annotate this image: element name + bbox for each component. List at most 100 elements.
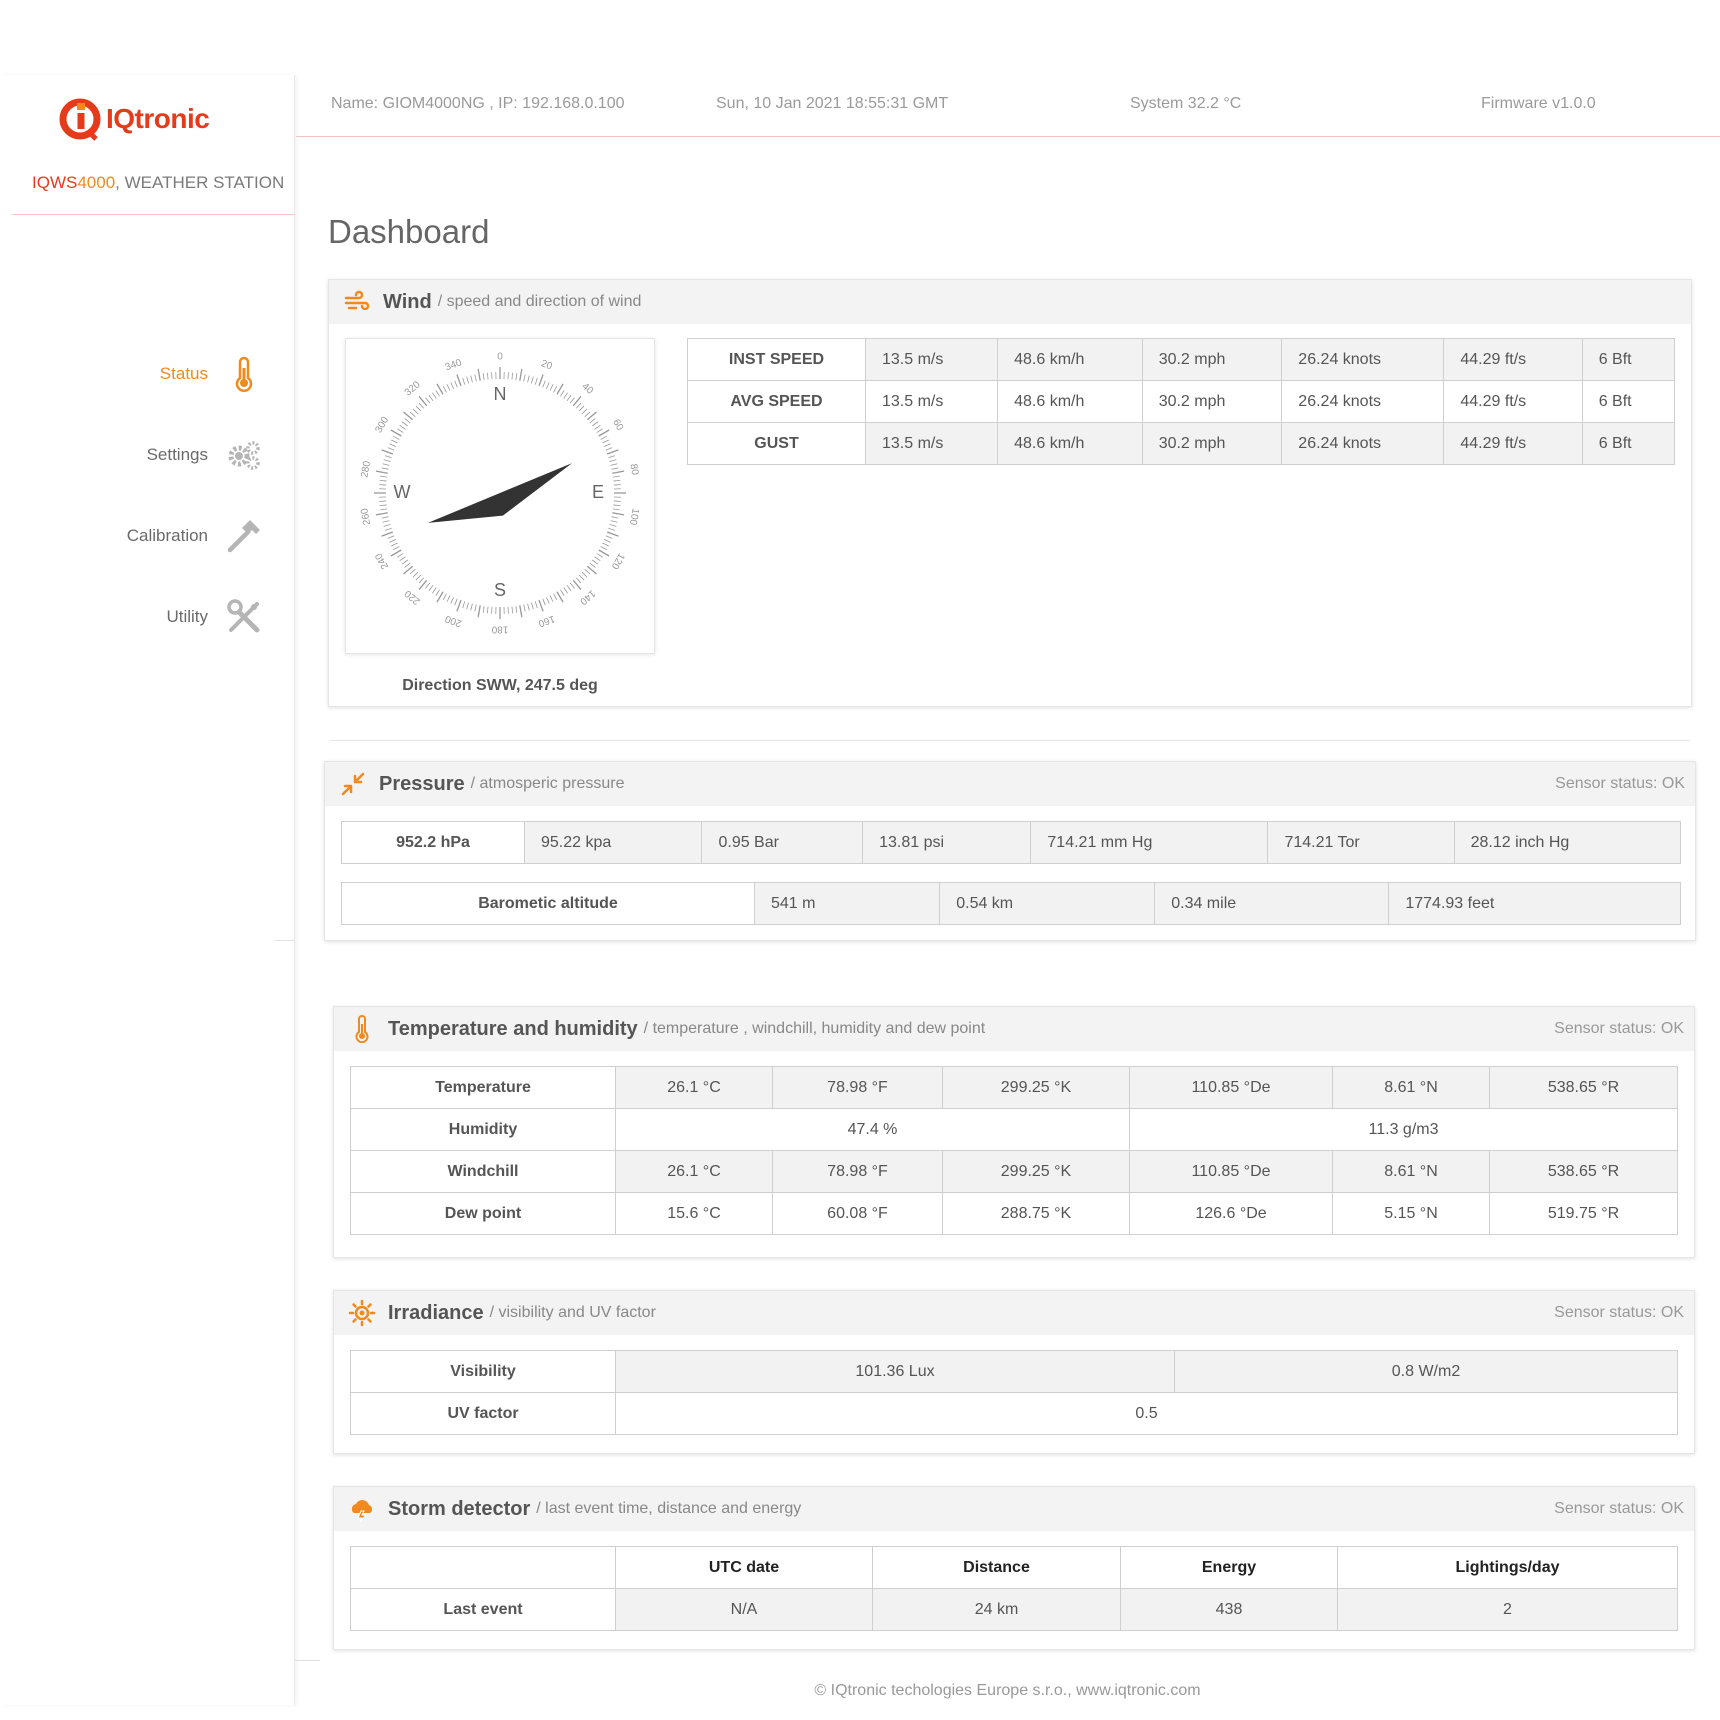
compass-tick xyxy=(477,368,481,381)
compass-tick xyxy=(575,402,582,409)
model-part1: IQWS xyxy=(32,173,78,192)
compass-tick xyxy=(594,556,601,561)
compass-degree-label: 260 xyxy=(359,507,373,526)
table-cell: 438 xyxy=(1120,1588,1338,1631)
irradiance-sensor-status: Sensor status: OK xyxy=(1554,1304,1684,1321)
footer-line xyxy=(295,1660,320,1661)
compass-tick xyxy=(404,418,411,424)
compass-tick xyxy=(384,527,392,531)
nav-label-calibration: Calibration xyxy=(126,526,208,545)
compass-tick xyxy=(560,390,565,397)
table-cell: 1774.93 feet xyxy=(1388,882,1681,925)
compass-tick xyxy=(415,405,422,412)
compass-tick xyxy=(418,577,425,584)
temperature-subtitle: / temperature , windchill, humidity and … xyxy=(643,1020,986,1037)
column-header: Lightings/day xyxy=(1337,1546,1678,1589)
compass-tick xyxy=(560,589,565,596)
compass-tick xyxy=(611,467,619,470)
compass-tick xyxy=(462,377,466,385)
table-cell: 26.1 °C xyxy=(615,1150,773,1193)
firmware-version: Firmware v1.0.0 xyxy=(1481,95,1596,112)
storm-sensor-status: Sensor status: OK xyxy=(1554,1500,1684,1517)
table-cell: 48.6 km/h xyxy=(997,380,1143,423)
footer-copyright[interactable]: © IQtronic techologies Europe s.r.o., ww… xyxy=(295,1682,1720,1700)
table-cell: 0.95 Bar xyxy=(701,821,864,864)
tools-icon xyxy=(227,599,260,633)
row-label: Last event xyxy=(350,1588,616,1631)
compass-tick xyxy=(605,447,613,451)
table-cell: 6 Bft xyxy=(1581,422,1676,465)
compass-tick xyxy=(477,605,481,618)
compress-arrows-icon xyxy=(341,772,365,796)
compass-degree-label: 20 xyxy=(539,358,554,372)
compass-tick xyxy=(613,504,621,507)
compass-tick xyxy=(446,384,451,391)
compass-degree-label: 60 xyxy=(610,418,625,434)
row-label: INST SPEED xyxy=(687,338,866,381)
table-cell: 26.24 knots xyxy=(1281,380,1445,423)
row-label: Visibility xyxy=(350,1350,616,1393)
compass-tick xyxy=(610,463,618,466)
compass-tick xyxy=(382,520,390,523)
compass-tick xyxy=(456,374,462,387)
nav-item-settings[interactable]: Settings xyxy=(147,437,262,473)
table-cell: 0.8 W/m2 xyxy=(1174,1350,1678,1393)
table-cell: 126.6 °De xyxy=(1129,1192,1333,1235)
nav-item-status[interactable]: Status xyxy=(160,356,262,392)
sidebar-line xyxy=(275,940,295,941)
sun-icon xyxy=(348,1299,376,1327)
compass-tick xyxy=(390,549,402,557)
gears-icon xyxy=(228,441,260,470)
compass-tick xyxy=(428,394,434,402)
table-row: Dew point 15.6 °C 60.08 °F 288.75 °K 126… xyxy=(350,1192,1678,1235)
table-row: Visibility 101.36 Lux 0.8 W/m2 xyxy=(350,1350,1678,1393)
table-cell: 541 m xyxy=(753,882,941,925)
pressure-sensor-status: Sensor status: OK xyxy=(1555,775,1685,792)
compass-tick xyxy=(435,589,440,596)
table-cell: 30.2 mph xyxy=(1141,338,1283,381)
wind-subtitle: / speed and direction of wind xyxy=(437,293,642,310)
table-cell: 110.85 °De xyxy=(1129,1066,1333,1109)
compass-tick xyxy=(391,542,398,547)
wind-icon xyxy=(344,290,370,311)
compass-tick xyxy=(432,392,437,399)
compass-tick xyxy=(404,562,411,568)
compass-tick xyxy=(602,542,609,547)
nav-item-utility[interactable]: Utility xyxy=(166,599,262,635)
compass-tick xyxy=(381,531,394,537)
compass-tick xyxy=(379,479,387,482)
compass-tick xyxy=(602,439,609,444)
table-row: INST SPEED 13.5 m/s 48.6 km/h 30.2 mph 2… xyxy=(687,338,1676,381)
compass-tick xyxy=(581,408,588,415)
table-cell: 5.15 °N xyxy=(1332,1192,1490,1235)
compass-tick xyxy=(409,411,416,418)
table-cell: 8.61 °N xyxy=(1332,1150,1490,1193)
compass-tick xyxy=(566,584,572,592)
nav-item-calibration[interactable]: Calibration xyxy=(127,518,262,554)
compass-tick xyxy=(531,602,534,610)
table-cell: 0.34 mile xyxy=(1154,882,1390,925)
compass-tick xyxy=(527,603,530,611)
storm-subtitle: / last event time, distance and energy xyxy=(536,1500,802,1517)
compass-tick xyxy=(519,605,523,618)
compass-tick xyxy=(612,470,625,474)
sidebar-divider xyxy=(12,214,295,215)
compass-tick xyxy=(383,524,391,527)
row-label: UV factor xyxy=(350,1392,616,1435)
table-row: Barometic altitude 541 m 0.54 km 0.34 mi… xyxy=(341,882,1681,925)
compass-degree-label: 180 xyxy=(491,623,508,634)
table-cell: 78.98 °F xyxy=(772,1150,943,1193)
compass-tick xyxy=(436,591,444,603)
compass-dial: 0 20 40 60 80 100 120 140 160 180 200 220 240 260 280 3… xyxy=(359,352,640,635)
compass-tick xyxy=(389,443,397,447)
compass-tick xyxy=(581,571,588,578)
compass-tick xyxy=(486,372,489,380)
pressure-title: Pressure xyxy=(379,772,465,795)
row-label: Dew point xyxy=(350,1192,616,1235)
pressure-subtitle: / atmosperic pressure xyxy=(470,775,625,792)
compass-tick xyxy=(606,449,619,455)
compass-tick xyxy=(392,546,400,551)
compass-degree-label: 220 xyxy=(402,587,422,606)
compass-tick xyxy=(523,604,526,612)
compass-degree-label: 140 xyxy=(577,587,597,606)
